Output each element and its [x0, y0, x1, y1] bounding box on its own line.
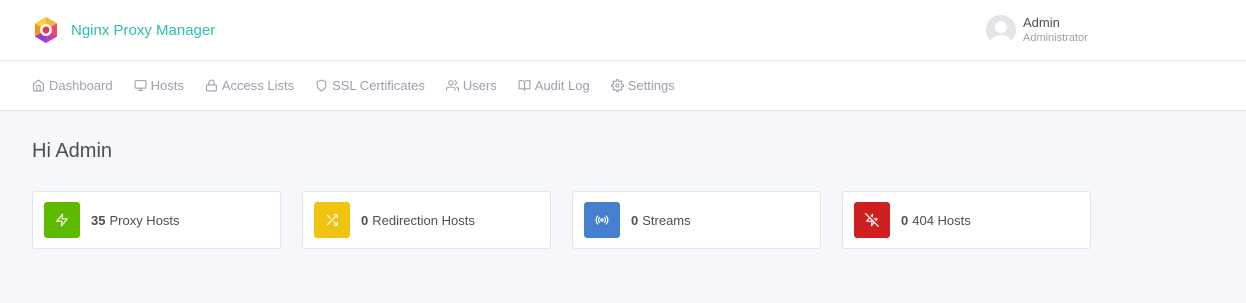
- nav-item-settings[interactable]: Settings: [610, 78, 675, 93]
- nav-label-access-lists: Access Lists: [221, 78, 295, 93]
- user-role: Administrator: [1023, 32, 1088, 44]
- redirection-hosts-card-icon-box: [314, 202, 350, 238]
- nav-item-ssl-certificates[interactable]: SSL Certificates: [315, 78, 425, 93]
- lock-icon: [205, 79, 217, 92]
- nav-label-settings: Settings: [627, 78, 675, 93]
- nginx-proxy-manager-logo-icon: [35, 17, 57, 43]
- main-nav: Dashboard Hosts Access Lists SSL Certifi…: [0, 61, 1246, 111]
- streams-count: 0: [631, 212, 639, 228]
- shuffle-icon: [326, 214, 338, 226]
- 404-hosts-card-icon-box: [854, 202, 890, 238]
- users-icon: [445, 80, 459, 91]
- book-open-icon: [518, 80, 531, 91]
- avatar: [986, 15, 1016, 45]
- shield-icon: [316, 79, 327, 92]
- zap-off-icon: [865, 213, 879, 227]
- nav-item-dashboard[interactable]: Dashboard: [32, 78, 113, 93]
- redirection-hosts-label: Redirection Hosts: [372, 212, 475, 228]
- nav-label-users: Users: [462, 78, 497, 93]
- zap-icon: [56, 213, 68, 227]
- nav-label-audit-log: Audit Log: [534, 78, 590, 93]
- stats-cards: 35 Proxy Hosts 0 Redirection Hosts 0 Stream…: [32, 191, 1112, 249]
- proxy-hosts-label: Proxy Hosts: [109, 212, 180, 228]
- redirection-hosts-count: 0: [361, 212, 369, 228]
- page-greeting: Hi Admin: [32, 140, 113, 162]
- proxy-hosts-card[interactable]: 35 Proxy Hosts: [32, 191, 281, 249]
- nav-label-dashboard: Dashboard: [49, 78, 113, 93]
- nav-item-hosts[interactable]: Hosts: [134, 78, 184, 93]
- streams-card-icon-box: [584, 202, 620, 238]
- streams-label: Streams: [642, 212, 691, 228]
- nav-label-ssl-certificates: SSL Certificates: [332, 78, 425, 93]
- proxy-hosts-count: 35: [91, 212, 106, 228]
- brand-link[interactable]: Nginx Proxy Manager: [33, 16, 215, 44]
- monitor-icon: [134, 80, 147, 91]
- streams-card[interactable]: 0 Streams: [572, 191, 821, 249]
- user-menu[interactable]: Admin Administrator: [986, 15, 1088, 45]
- 404-hosts-card[interactable]: 0 404 Hosts: [842, 191, 1091, 249]
- redirection-hosts-card[interactable]: 0 Redirection Hosts: [302, 191, 551, 249]
- nav-item-users[interactable]: Users: [445, 78, 497, 93]
- 404-hosts-label: 404 Hosts: [912, 212, 971, 228]
- top-header: Nginx Proxy Manager Admin Administrator: [0, 0, 1246, 61]
- nav-item-access-lists[interactable]: Access Lists: [205, 78, 294, 93]
- settings-icon: [610, 79, 624, 92]
- user-name: Admin: [1023, 15, 1060, 30]
- home-icon: [33, 79, 44, 92]
- 404-hosts-count: 0: [901, 212, 909, 228]
- radio-icon: [595, 215, 609, 225]
- nav-label-hosts: Hosts: [150, 78, 184, 93]
- app-name: Nginx Proxy Manager: [71, 21, 216, 39]
- proxy-hosts-card-icon-box: [44, 202, 80, 238]
- nav-item-audit-log[interactable]: Audit Log: [518, 78, 590, 93]
